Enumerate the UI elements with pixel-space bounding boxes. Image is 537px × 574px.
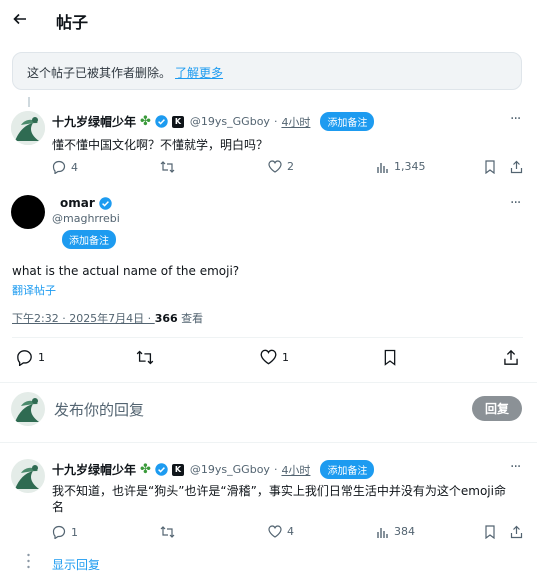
views-count: 366	[154, 312, 178, 325]
share-icon	[510, 525, 523, 539]
author-handle[interactable]: @19ys_GGboy	[190, 463, 270, 476]
learn-more-link[interactable]: 了解更多	[175, 66, 223, 80]
like-button[interactable]: 2	[268, 160, 294, 173]
author-name[interactable]: omar	[60, 196, 95, 210]
avatar[interactable]	[11, 459, 45, 493]
show-replies-link[interactable]: 显示回复	[52, 556, 100, 573]
bookmark-icon	[484, 160, 496, 174]
post-text: what is the actual name of the emoji?	[12, 264, 240, 278]
post-timestamp[interactable]: 下午2:32 · 2025年7月4日 ·	[12, 312, 155, 325]
bookmark-icon	[383, 349, 397, 366]
views-count: 1,345	[394, 160, 426, 173]
reply-icon	[16, 349, 33, 366]
like-button[interactable]: 4	[268, 525, 294, 538]
author-name[interactable]: 十九岁绿帽少年	[52, 113, 136, 130]
divider	[0, 382, 537, 383]
bookmark-button[interactable]	[484, 160, 496, 174]
bookmark-icon	[484, 525, 496, 539]
more-options-icon[interactable]: ···	[510, 459, 521, 475]
views-label: 查看	[177, 312, 204, 325]
share-icon	[510, 160, 523, 174]
more-options-icon[interactable]: ···	[510, 111, 521, 127]
share-button[interactable]	[510, 160, 523, 174]
share-icon	[503, 349, 519, 366]
avatar[interactable]	[11, 111, 45, 145]
reply-icon	[52, 160, 66, 174]
repost-button[interactable]	[160, 160, 175, 174]
post-text: 懂不懂中国文化啊？不懂就学，明白吗？	[52, 138, 269, 152]
post-text: 我不知道，也许是“狗头”也许是“滑稽”，事实上我们日常生活中并没有为这个emoj…	[52, 484, 506, 514]
k-badge-icon: K	[171, 115, 184, 128]
reply-submit-button[interactable]: 回复	[472, 396, 522, 421]
repost-button[interactable]	[160, 525, 175, 539]
views-icon	[376, 526, 389, 538]
back-arrow-icon[interactable]	[12, 11, 28, 27]
reply-button[interactable]: 1	[52, 525, 78, 539]
k-badge-icon: K	[171, 463, 184, 476]
page-title: 帖子	[56, 13, 89, 32]
repost-button[interactable]	[136, 349, 154, 366]
thread-dots-icon	[27, 553, 30, 569]
like-count: 1	[282, 350, 289, 364]
like-button[interactable]: 1	[260, 349, 289, 365]
like-count: 2	[287, 160, 294, 173]
deleted-notice: 这个帖子已被其作者删除。 了解更多	[12, 52, 522, 90]
repost-icon	[136, 349, 154, 366]
views-button[interactable]: 384	[376, 525, 415, 538]
verified-icon	[155, 115, 168, 128]
post-time[interactable]: 4小时	[281, 462, 310, 478]
author-handle[interactable]: @maghrrebi	[52, 212, 120, 225]
thread-line	[28, 97, 30, 107]
reply-button[interactable]: 1	[16, 349, 45, 366]
verified-icon	[99, 196, 112, 210]
views-button[interactable]: 1,345	[376, 160, 426, 173]
clover-icon: ✤	[140, 462, 151, 477]
divider	[0, 442, 537, 443]
share-button[interactable]	[503, 349, 519, 366]
add-note-button[interactable]: 添加备注	[320, 460, 375, 479]
views-count: 384	[394, 525, 415, 538]
author-handle[interactable]: @19ys_GGboy	[190, 115, 270, 128]
reply-count: 4	[71, 160, 78, 174]
more-options-icon[interactable]: ···	[510, 195, 521, 211]
share-button[interactable]	[510, 525, 523, 539]
deleted-notice-text: 这个帖子已被其作者删除。	[27, 66, 172, 80]
author-name[interactable]: 十九岁绿帽少年	[52, 461, 136, 478]
heart-icon	[268, 160, 282, 173]
verified-icon	[155, 463, 168, 476]
bookmark-button[interactable]	[484, 525, 496, 539]
heart-icon	[268, 525, 282, 538]
add-note-button[interactable]: 添加备注	[62, 230, 116, 249]
repost-icon	[160, 160, 175, 174]
reply-input[interactable]: 发布你的回复	[54, 399, 144, 420]
views-icon	[376, 161, 389, 173]
repost-icon	[160, 525, 175, 539]
like-count: 4	[287, 525, 294, 538]
translate-link[interactable]: 翻译帖子	[12, 282, 56, 298]
divider	[12, 337, 523, 338]
add-note-button[interactable]: 添加备注	[320, 112, 375, 131]
reply-count: 1	[38, 351, 45, 364]
reply-button[interactable]: 4	[52, 160, 78, 174]
avatar	[11, 392, 45, 426]
avatar[interactable]	[11, 195, 45, 229]
reply-icon	[52, 525, 66, 539]
post-time[interactable]: 4小时	[281, 114, 310, 130]
clover-icon: ✤	[140, 114, 151, 129]
heart-icon	[260, 349, 277, 365]
reply-count: 1	[71, 525, 78, 539]
bookmark-button[interactable]	[383, 349, 397, 366]
